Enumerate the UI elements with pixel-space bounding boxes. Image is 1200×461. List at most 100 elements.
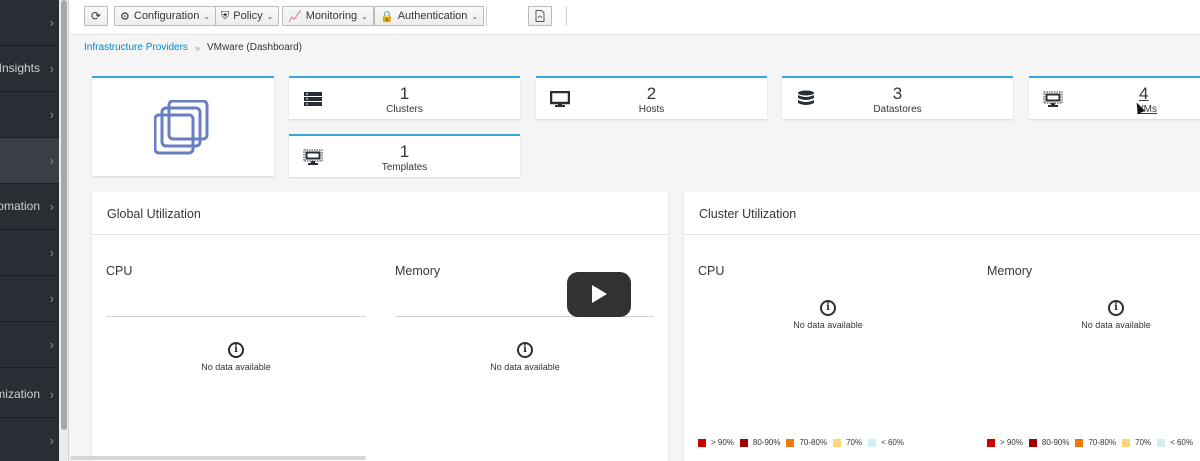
- legend-swatch: [786, 438, 795, 447]
- sidebar-item-automation[interactable]: Automation ›: [0, 184, 59, 230]
- cluster-utilization-title: Cluster Utilization: [684, 192, 1200, 235]
- chevron-right-icon: ›: [49, 199, 54, 214]
- monitoring-label: Monitoring: [305, 10, 358, 22]
- vms-label-link[interactable]: VMs: [1029, 104, 1200, 115]
- chevron-right-icon: ›: [49, 15, 54, 30]
- refresh-icon: ⟳: [90, 9, 102, 23]
- legend-item: > 90%: [698, 438, 734, 447]
- hosts-card[interactable]: 2 Hosts: [536, 76, 767, 119]
- chevron-down-icon: ⌄: [266, 11, 274, 21]
- legend-item: < 60%: [868, 438, 904, 447]
- cluster-cpu-nodata-text: No data available: [793, 320, 863, 330]
- templates-card[interactable]: 1 Templates: [289, 134, 520, 177]
- vms-count-link[interactable]: 4: [1029, 84, 1200, 104]
- sidebar-scrollbar[interactable]: [59, 0, 69, 461]
- breadcrumb-link-infrastructure-providers[interactable]: Infrastructure Providers: [84, 42, 188, 53]
- legend-label: < 60%: [1170, 438, 1193, 447]
- horizontal-scrollbar[interactable]: [70, 456, 366, 460]
- chevron-down-icon: ⌄: [471, 11, 479, 21]
- datastores-card[interactable]: 3 Datastores: [782, 76, 1013, 119]
- legend-label: 70%: [846, 438, 863, 447]
- info-icon: i: [1108, 300, 1124, 316]
- sidebar-item-2[interactable]: ›: [0, 92, 59, 138]
- legend-label: 70-80%: [1088, 438, 1117, 447]
- toolbar-divider: [566, 6, 567, 26]
- pdf-icon: [535, 10, 545, 22]
- legend-swatch: [1122, 438, 1131, 447]
- legend-item: 70%: [1122, 438, 1151, 447]
- sidebar-item-label: Optimization: [0, 387, 40, 401]
- legend-label: 70-80%: [799, 438, 828, 447]
- toolbar-divider: [486, 6, 487, 26]
- toolbar: ⟳ ⚙ Configuration ⌄ ⛨ Policy ⌄ 📈 Monitor…: [70, 0, 1200, 35]
- configuration-button[interactable]: ⚙ Configuration ⌄: [114, 6, 217, 26]
- global-cpu-label: CPU: [106, 264, 133, 278]
- chevron-down-icon: ⌄: [361, 11, 368, 21]
- global-utilization-panel: Global Utilization CPU i No data availab…: [92, 192, 668, 461]
- global-cpu-nodata: i No data available: [166, 342, 306, 372]
- global-utilization-title: Global Utilization: [92, 192, 668, 235]
- vmware-logo-icon: [154, 100, 209, 155]
- breadcrumb-current: VMware (Dashboard): [206, 42, 302, 53]
- breadcrumb: Infrastructure Providers » VMware (Dashb…: [84, 42, 302, 53]
- clusters-card[interactable]: 1 Clusters: [289, 76, 520, 119]
- sidebar-item-label: Automation: [0, 199, 40, 213]
- line-chart-icon: 📈: [288, 10, 302, 23]
- legend-swatch: [698, 438, 706, 447]
- legend-item: 70-80%: [1075, 438, 1116, 447]
- sidebar-item-9[interactable]: ›: [0, 418, 59, 461]
- monitoring-button[interactable]: 📈 Monitoring ⌄: [282, 6, 374, 26]
- legend-item: 70-80%: [786, 438, 827, 447]
- legend-swatch: [1157, 438, 1166, 447]
- datastores-label: Datastores: [873, 104, 922, 115]
- breadcrumb-separator: »: [194, 42, 200, 53]
- lock-icon: 🔒: [380, 10, 394, 23]
- legend-swatch: [1075, 438, 1084, 447]
- sidebar-item-0[interactable]: ›: [0, 0, 59, 46]
- authentication-label: Authentication: [397, 10, 468, 22]
- shield-icon: ⛨: [221, 9, 230, 22]
- legend-item: < 60%: [1157, 438, 1193, 447]
- cluster-memory-nodata: i No data available: [1046, 300, 1186, 330]
- chevron-right-icon: ›: [49, 387, 54, 402]
- chevron-right-icon: ›: [49, 433, 54, 448]
- legend-item: > 90%: [987, 438, 1023, 447]
- sidebar-item-5[interactable]: ›: [0, 230, 59, 276]
- legend-label: > 90%: [711, 438, 734, 447]
- legend-swatch: [833, 438, 842, 447]
- legend-label: < 60%: [881, 438, 904, 447]
- chevron-right-icon: ›: [49, 291, 54, 306]
- sidebar-item-7[interactable]: ›: [0, 322, 59, 368]
- legend-item: 80-90%: [1028, 438, 1069, 447]
- download-pdf-button[interactable]: [528, 6, 552, 26]
- authentication-button[interactable]: 🔒 Authentication ⌄: [374, 6, 485, 26]
- legend-swatch: [987, 438, 995, 447]
- legend-item: 80-90%: [739, 438, 780, 447]
- hosts-count: 2: [646, 84, 657, 103]
- global-memory-nodata: i No data available: [455, 342, 595, 372]
- info-icon: i: [820, 300, 836, 316]
- sidebar-item-6[interactable]: ›: [0, 276, 59, 322]
- legend-label: 70%: [1135, 438, 1152, 447]
- video-play-button[interactable]: [567, 272, 631, 317]
- global-memory-label: Memory: [395, 264, 441, 278]
- play-icon: [592, 285, 607, 303]
- sidebar-item-optimization[interactable]: Optimization ›: [0, 372, 59, 418]
- templates-label: Templates: [381, 162, 428, 173]
- reload-button[interactable]: ⟳: [84, 6, 108, 26]
- vms-card[interactable]: 4 VMs: [1029, 76, 1200, 119]
- sidebar-scrollbar-thumb[interactable]: [61, 0, 67, 430]
- clusters-label: Clusters: [386, 104, 423, 115]
- info-icon: i: [228, 342, 244, 358]
- sidebar-item-insights[interactable]: Insights ›: [0, 46, 59, 92]
- provider-logo-card: [92, 76, 274, 176]
- global-cpu-nodata-text: No data available: [201, 362, 271, 372]
- policy-button[interactable]: ⛨ Policy ⌄: [215, 6, 280, 26]
- chevron-right-icon: ›: [49, 107, 54, 122]
- legend-swatch: [1028, 438, 1037, 447]
- chevron-right-icon: ›: [49, 245, 54, 260]
- left-nav-sidebar: › Insights › › › Automation › › › › Opti…: [0, 0, 59, 461]
- sidebar-item-label: Insights: [0, 61, 40, 75]
- sidebar-item-compute[interactable]: ›: [0, 138, 59, 184]
- clusters-count: 1: [399, 84, 410, 103]
